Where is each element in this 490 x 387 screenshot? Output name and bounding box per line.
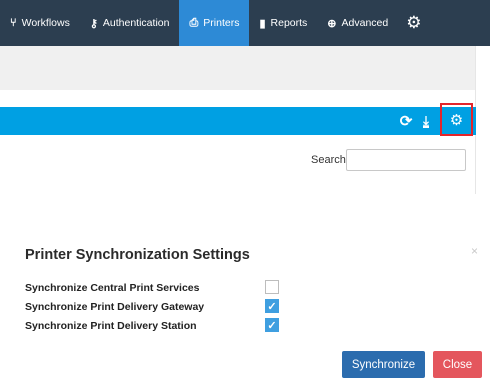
check-icon: ✓ (267, 319, 277, 332)
checkbox-print-delivery-station[interactable]: ✓ (265, 318, 279, 332)
nav-item-workflows[interactable]: ⑂ Workflows (0, 0, 80, 46)
close-button[interactable]: Close (433, 351, 482, 378)
checkbox-print-delivery-gateway[interactable]: ✓ (265, 299, 279, 313)
gear-icon: ⚙ (406, 13, 422, 32)
option-label-print-delivery-station: Synchronize Print Delivery Station (25, 320, 197, 332)
nav-item-label: Advanced (341, 17, 389, 29)
dialog-title: Printer Synchronization Settings (25, 247, 250, 263)
plus-circle-icon: ⊕ (327, 17, 337, 30)
nav-item-label: Printers (203, 17, 240, 29)
bar-chart-icon: ▮ (259, 17, 266, 30)
branch-icon: ⑂ (10, 17, 17, 29)
nav-item-printers[interactable]: ⎙ Printers (179, 0, 250, 46)
check-icon: ✓ (267, 300, 277, 313)
refresh-icon[interactable]: ⟳ (397, 107, 415, 135)
printer-icon: ⎙ (189, 16, 199, 29)
sync-settings-dialog: Printer Synchronization Settings × Synch… (12, 235, 490, 387)
search-input[interactable] (346, 149, 466, 171)
option-label-central-print-services: Synchronize Central Print Services (25, 282, 200, 294)
download-icon[interactable]: ⤓ (418, 107, 434, 135)
close-icon[interactable]: × (471, 244, 478, 258)
key-icon: ⚷ (89, 17, 98, 30)
page-toolbar-strip (0, 46, 475, 90)
nav-item-label: Workflows (21, 17, 70, 29)
top-nav: ⑂ Workflows ⚷ Authentication ⎙ Printers … (0, 0, 490, 46)
search-label: Search: (311, 154, 349, 166)
checkbox-central-print-services[interactable] (265, 280, 279, 294)
synchronize-button[interactable]: Synchronize (342, 351, 425, 378)
panel-header: ⟳ ⤓ (0, 107, 476, 135)
nav-item-label: Reports (270, 17, 308, 29)
panel-settings-button[interactable]: ⚙ (440, 103, 473, 136)
nav-item-advanced[interactable]: ⊕ Advanced (317, 0, 398, 46)
option-label-print-delivery-gateway: Synchronize Print Delivery Gateway (25, 301, 205, 313)
gear-icon: ⚙ (449, 111, 464, 129)
nav-item-reports[interactable]: ▮ Reports (249, 0, 317, 46)
nav-item-label: Authentication (102, 17, 170, 29)
nav-settings-button[interactable]: ⚙ (398, 0, 433, 46)
nav-item-authentication[interactable]: ⚷ Authentication (80, 0, 180, 46)
